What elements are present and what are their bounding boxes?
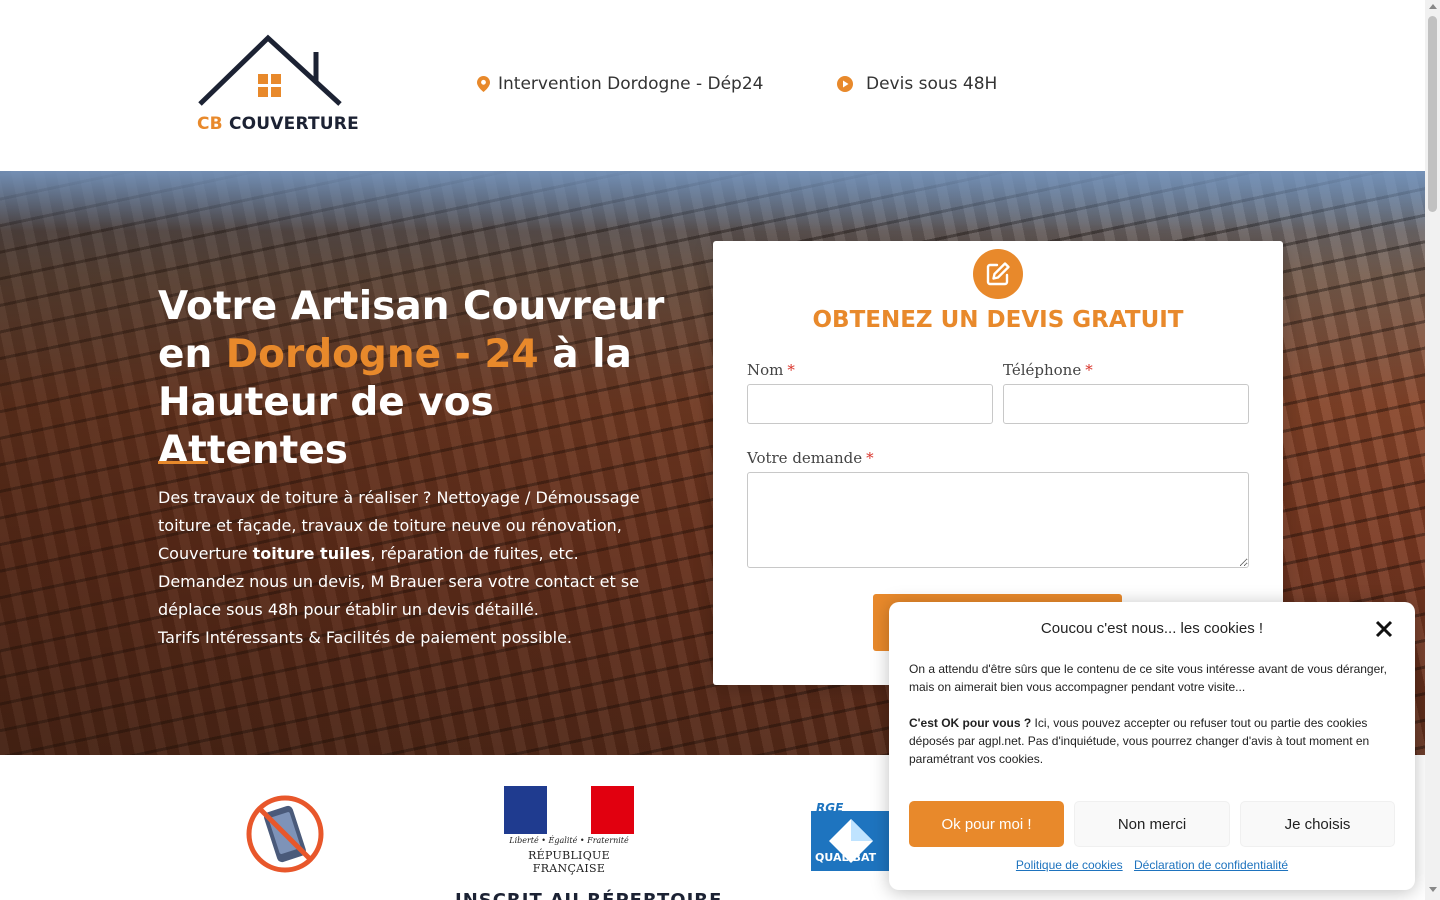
name-input[interactable] [747, 384, 993, 424]
name-label-text: Nom [747, 361, 784, 379]
cookie-question: C'est OK pour vous ? [909, 716, 1032, 730]
location-text: Intervention Dordogne - Dép24 [498, 74, 764, 94]
rge-label: RGE [816, 801, 844, 815]
required-marker: * [787, 361, 795, 379]
rf-motto: Liberté • Égalité • Fraternité [509, 836, 629, 845]
site-header: CB COUVERTURE Intervention Dordogne - Dé… [0, 0, 1425, 171]
close-icon[interactable] [1373, 618, 1395, 640]
accept-cookies-button[interactable]: Ok pour moi ! [909, 801, 1064, 847]
hero-title: Votre Artisan Couvreur en Dordogne - 24 … [158, 283, 678, 475]
name-label: Nom * [747, 361, 795, 379]
request-label-text: Votre demande [747, 449, 863, 467]
rf-name: RÉPUBLIQUE FRANÇAISE [528, 849, 610, 875]
cookie-policy-link[interactable]: Politique de cookies [1016, 858, 1123, 872]
deny-cookies-button[interactable]: Non merci [1074, 801, 1230, 847]
hero-description: Des travaux de toiture à réaliser ? Nett… [158, 484, 658, 652]
phone-label: Téléphone * [1003, 361, 1093, 379]
page: CB COUVERTURE Intervention Dordogne - Dé… [0, 0, 1425, 900]
hero-text-bold: toiture tuiles [252, 544, 371, 563]
republique-francaise-logo: Liberté • Égalité • Fraternité RÉPUBLIQU… [504, 786, 634, 875]
cookie-banner: Coucou c'est nous... les cookies ! On a … [889, 602, 1415, 890]
hero-background [0, 171, 1425, 231]
cookie-paragraph-1: On a attendu d'être sûrs que le contenu … [909, 662, 1387, 694]
page-scrollbar[interactable] [1425, 0, 1440, 900]
required-marker: * [1085, 361, 1093, 379]
hero-text-line2: Tarifs Intéressants & Facilités de paiem… [158, 628, 572, 647]
french-flag [504, 786, 634, 834]
logo-wordmark[interactable]: CB COUVERTURE [197, 114, 359, 134]
phone-label-text: Téléphone [1003, 361, 1082, 379]
request-label: Votre demande * [747, 449, 874, 467]
required-marker: * [866, 449, 874, 467]
quote-delay-info: Devis sous 48H [837, 74, 997, 94]
map-pin-icon [477, 76, 490, 92]
cookie-title: Coucou c'est nous... les cookies ! [1040, 620, 1264, 637]
cookie-paragraph-2: C'est OK pour vous ? Ici, vous pouvez ac… [909, 714, 1399, 768]
qualibat-label: QUALIBAT [815, 851, 877, 864]
scroll-up-icon[interactable] [1429, 4, 1437, 9]
logo-prefix: CB [197, 114, 223, 134]
edit-icon [973, 249, 1023, 299]
location-info: Intervention Dordogne - Dép24 [477, 74, 763, 94]
qualibat-logo: RGE QUALIBAT [811, 801, 891, 871]
cookie-links: Politique de cookies Déclaration de conf… [889, 858, 1415, 872]
scroll-down-icon[interactable] [1429, 887, 1437, 892]
logo-name: COUVERTURE [228, 114, 359, 134]
phone-input[interactable] [1003, 384, 1249, 424]
choose-cookies-button[interactable]: Je choisis [1240, 801, 1395, 847]
form-title: OBTENEZ UN DEVIS GRATUIT [812, 307, 1184, 333]
request-textarea[interactable] [747, 472, 1249, 568]
hero-title-highlight: Dordogne - 24 [225, 332, 539, 377]
hero-divider [158, 461, 208, 464]
privacy-statement-link[interactable]: Déclaration de confidentialité [1134, 858, 1288, 872]
play-circle-icon [837, 76, 853, 92]
registry-heading: INSCRIT AU RÉPERTOIRE [455, 890, 722, 900]
scroll-thumb[interactable] [1428, 16, 1437, 212]
no-phone-icon [246, 795, 324, 873]
quote-delay-text: Devis sous 48H [866, 74, 998, 94]
